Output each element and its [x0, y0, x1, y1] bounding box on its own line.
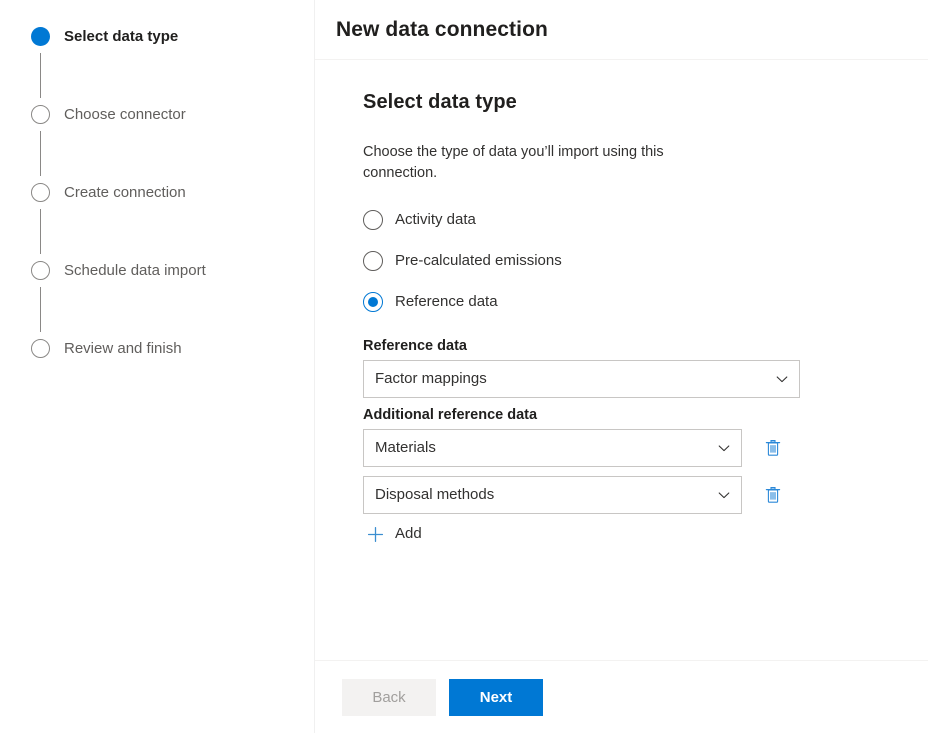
reference-data-row: Factor mappings [363, 360, 907, 398]
additional-reference-data-value-1: Materials [375, 439, 436, 456]
step-label-1: Select data type [64, 28, 179, 45]
chevron-down-icon [718, 442, 730, 454]
wizard-stepper: Select data type Choose connector Create… [0, 0, 315, 733]
new-data-connection-wizard: Select data type Choose connector Create… [0, 0, 928, 733]
radio-label-activity-data: Activity data [395, 211, 476, 228]
step-marker-3 [31, 183, 51, 254]
delete-additional-reference-data-1-button[interactable] [757, 432, 789, 464]
additional-reference-data-row: Materials [363, 429, 907, 467]
step-label-2: Choose connector [64, 106, 186, 123]
chevron-down-icon [776, 373, 788, 385]
next-button[interactable]: Next [449, 678, 543, 716]
additional-reference-data-value-2: Disposal methods [375, 486, 495, 503]
radio-unchecked-icon[interactable] [363, 210, 383, 230]
delete-additional-reference-data-2-button[interactable] [757, 479, 789, 511]
step-choose-connector[interactable]: Choose connector [0, 105, 314, 183]
radio-activity-data[interactable]: Activity data [363, 210, 907, 230]
step-schedule-data-import[interactable]: Schedule data import [0, 261, 314, 339]
step-dot-active-icon [31, 27, 50, 46]
step-marker-2 [31, 105, 51, 176]
step-dot-icon [31, 261, 50, 280]
panel-header: New data connection [315, 0, 928, 60]
step-dot-icon [31, 105, 50, 124]
panel-footer: Back Next [315, 660, 928, 733]
back-button[interactable]: Back [342, 678, 436, 716]
add-label: Add [395, 525, 422, 542]
radio-checked-icon[interactable] [363, 292, 383, 312]
reference-data-value: Factor mappings [375, 370, 487, 387]
add-additional-reference-data-button[interactable]: Add [367, 524, 422, 544]
step-marker-1 [31, 27, 51, 98]
reference-data-label: Reference data [363, 338, 467, 354]
step-connector-line [40, 209, 42, 254]
step-connector-line [40, 287, 42, 332]
radio-reference-data[interactable]: Reference data [363, 292, 907, 312]
step-dot-icon [31, 183, 50, 202]
step-select-data-type[interactable]: Select data type [0, 27, 314, 105]
radio-pre-calculated-emissions[interactable]: Pre-calculated emissions [363, 251, 907, 271]
step-label-5: Review and finish [64, 340, 182, 357]
radio-label-reference-data: Reference data [395, 293, 498, 310]
step-label-4: Schedule data import [64, 262, 206, 279]
wizard-panel: New data connection Select data type Cho… [315, 0, 928, 733]
section-heading: Select data type [363, 91, 517, 113]
panel-body: Select data type Choose the type of data… [315, 60, 928, 660]
section-description: Choose the type of data you’ll import us… [363, 144, 664, 181]
additional-reference-data-label: Additional reference data [363, 407, 538, 423]
step-review-and-finish[interactable]: Review and finish [0, 339, 314, 359]
step-connector-line [40, 131, 42, 176]
radio-label-pre-calculated-emissions: Pre-calculated emissions [395, 252, 562, 269]
step-dot-icon [31, 339, 50, 358]
step-marker-5 [31, 339, 51, 359]
additional-reference-data-dropdown-1[interactable]: Materials [363, 429, 742, 467]
plus-icon [367, 526, 384, 543]
step-create-connection[interactable]: Create connection [0, 183, 314, 261]
step-label-3: Create connection [64, 184, 186, 201]
trash-icon [763, 438, 783, 458]
page-title: New data connection [336, 17, 548, 41]
trash-icon [763, 485, 783, 505]
chevron-down-icon [718, 489, 730, 501]
additional-reference-data-row: Disposal methods [363, 476, 907, 514]
radio-unchecked-icon[interactable] [363, 251, 383, 271]
additional-reference-data-dropdown-2[interactable]: Disposal methods [363, 476, 742, 514]
reference-data-dropdown[interactable]: Factor mappings [363, 360, 800, 398]
step-connector-line [40, 53, 42, 98]
data-type-radio-group: Activity data Pre-calculated emissions R… [363, 210, 907, 312]
step-marker-4 [31, 261, 51, 332]
